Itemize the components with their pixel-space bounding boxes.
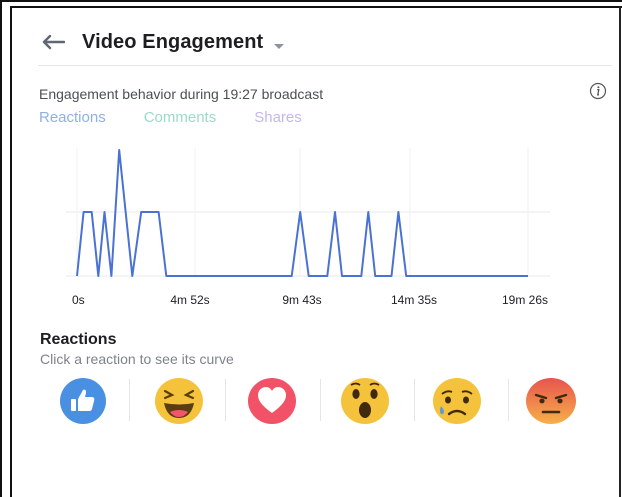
- reaction-sad-button[interactable]: [429, 375, 485, 427]
- reaction-love-button[interactable]: [244, 375, 300, 427]
- reaction-divider: [320, 379, 321, 421]
- x-tick-label: 19m 26s: [501, 293, 549, 307]
- x-tick-label: 9m 43s: [282, 293, 322, 307]
- reaction-wow-button[interactable]: [337, 375, 393, 427]
- reactions-row: [0, 375, 622, 431]
- reaction-divider: [129, 379, 130, 421]
- x-tick-label: 4m 52s: [170, 293, 210, 307]
- reactions-section-hint: Click a reaction to see its curve: [40, 351, 234, 367]
- reactions-section-title: Reactions: [40, 331, 117, 348]
- engagement-chart: [66, 148, 550, 277]
- like-icon: [60, 378, 106, 424]
- wow-icon: [341, 378, 389, 424]
- reaction-haha-button[interactable]: [151, 375, 207, 427]
- reaction-like-button[interactable]: [55, 375, 111, 427]
- reaction-divider: [414, 379, 415, 421]
- series-line-0: [76, 149, 528, 277]
- sad-icon: [433, 378, 481, 424]
- x-tick-label: 14m 35s: [390, 293, 438, 307]
- reaction-divider: [225, 379, 226, 421]
- reaction-divider: [508, 379, 509, 421]
- reaction-angry-button[interactable]: [523, 375, 579, 427]
- x-tick-label: 0s: [72, 293, 85, 307]
- angry-icon: [526, 378, 576, 424]
- love-icon: [248, 378, 296, 424]
- haha-icon: [155, 378, 203, 424]
